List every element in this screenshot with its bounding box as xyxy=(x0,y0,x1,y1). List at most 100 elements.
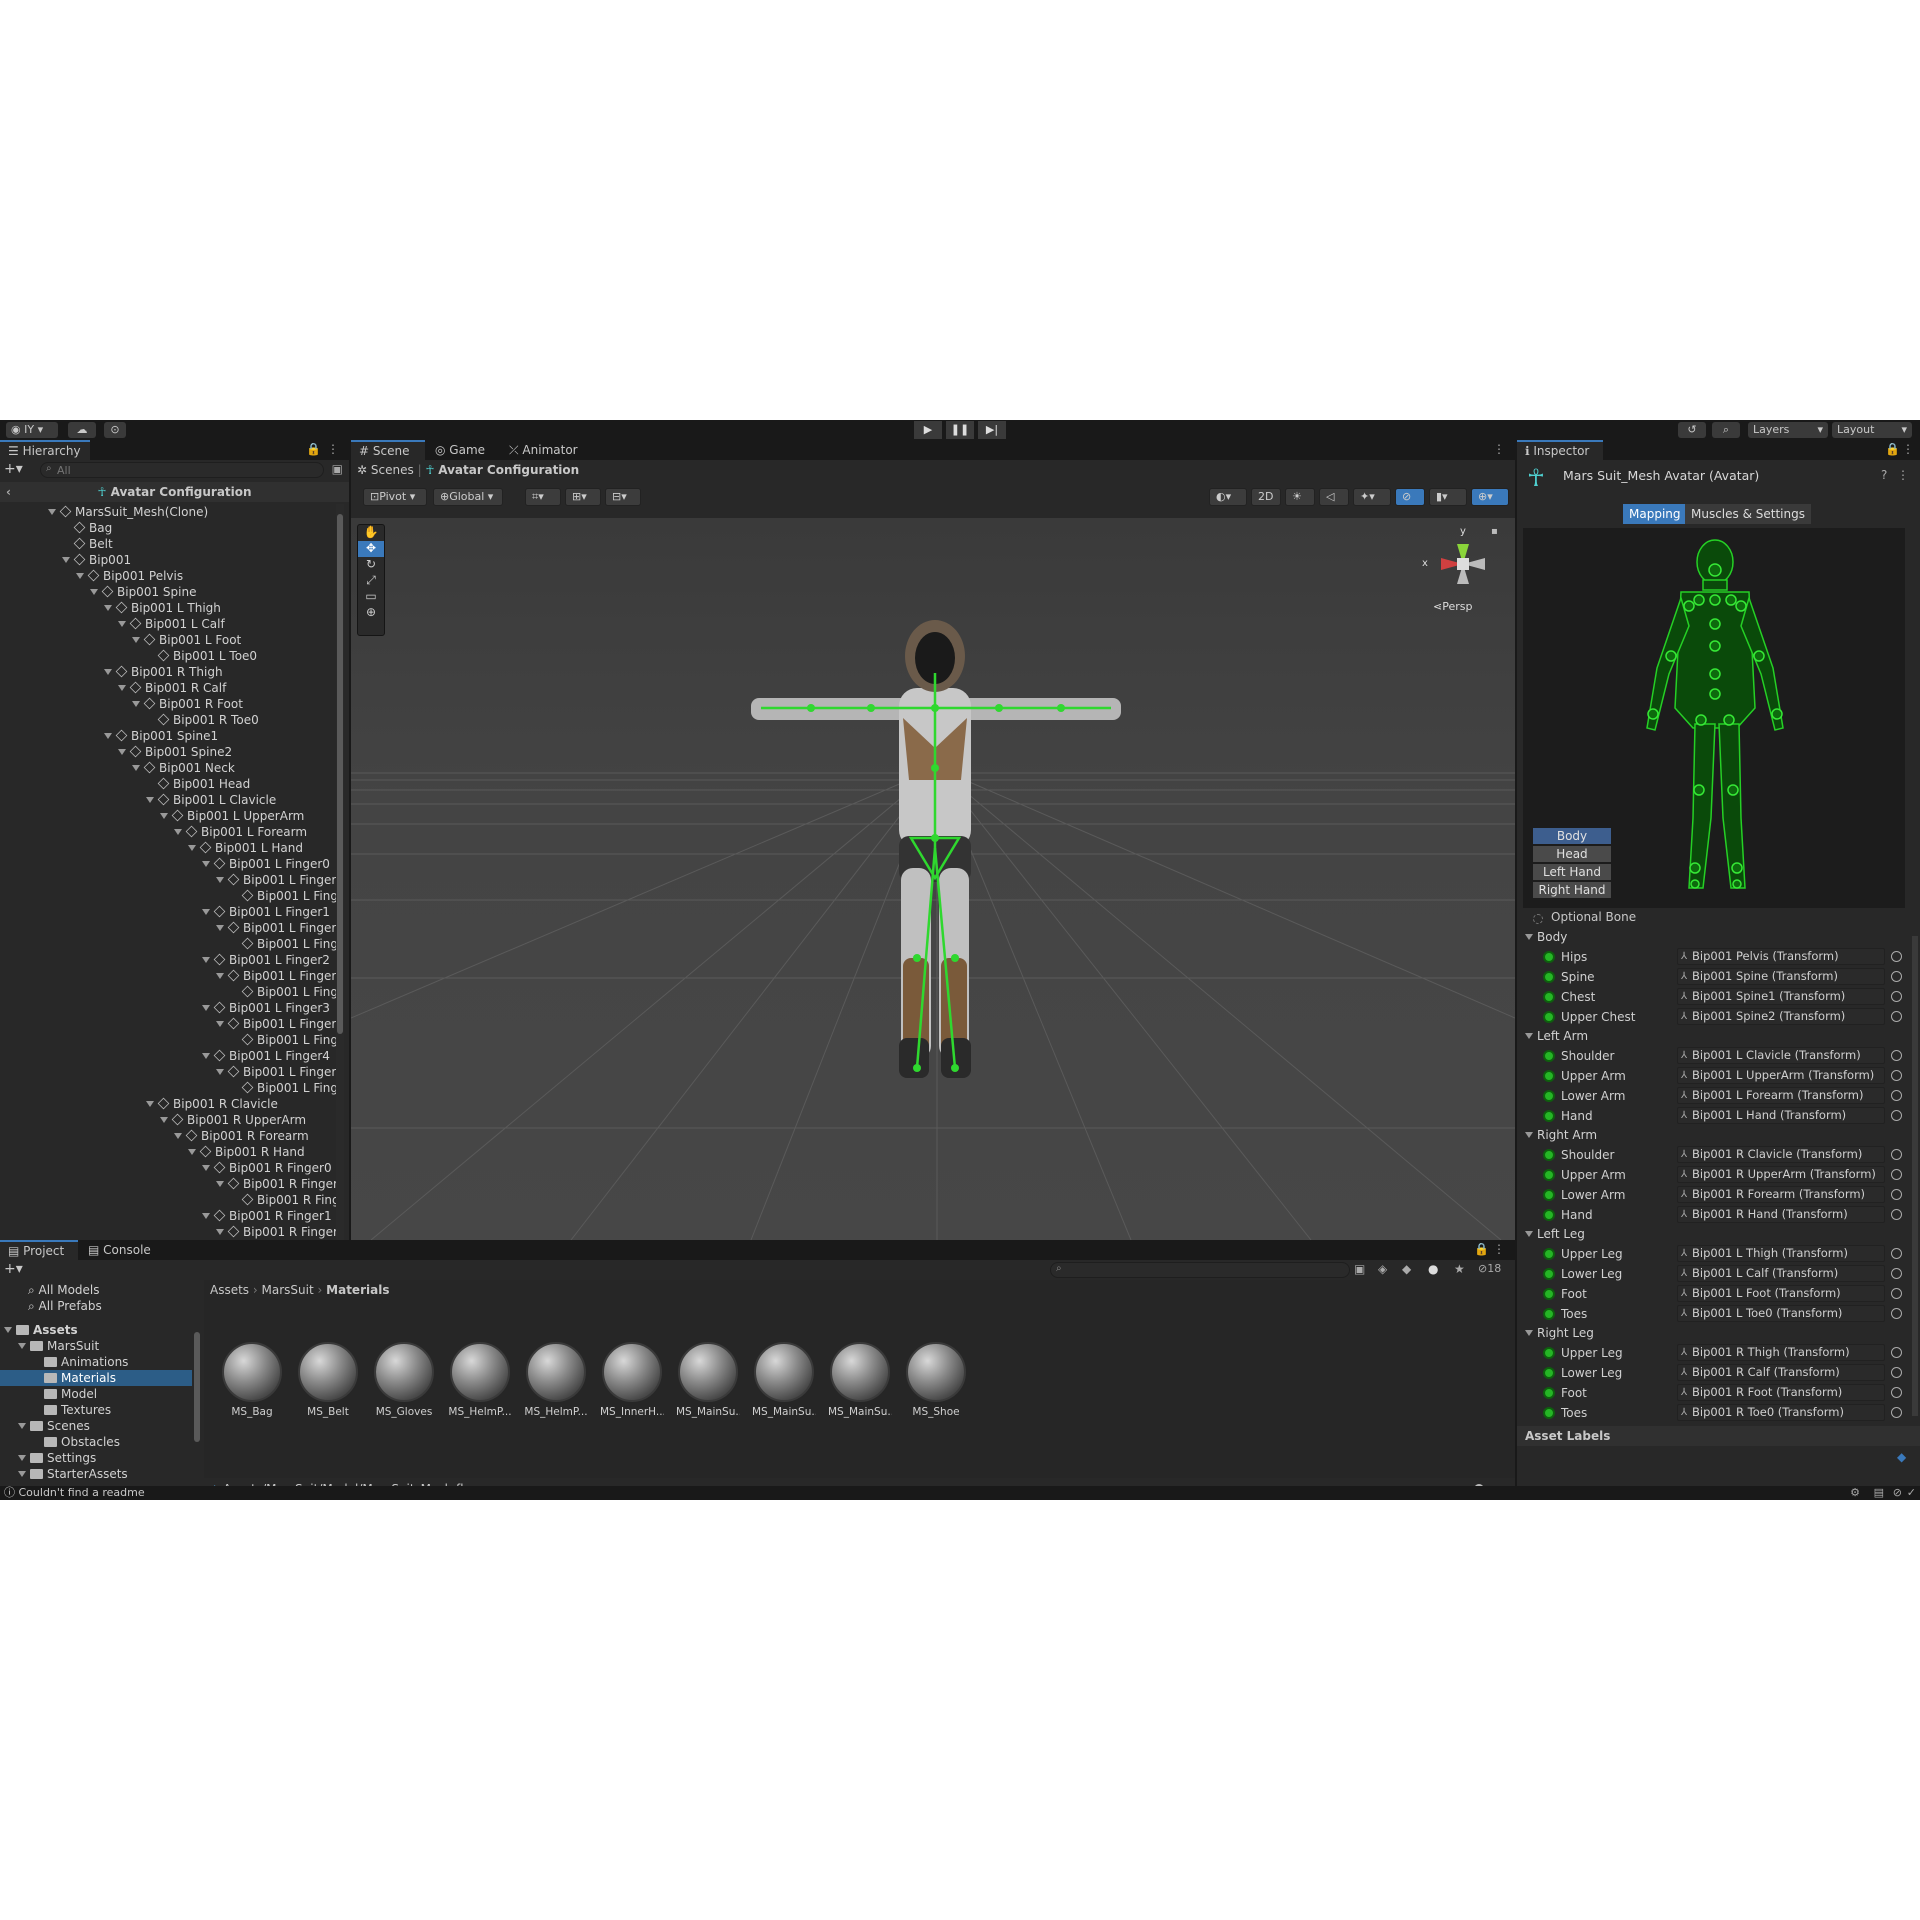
tab-scene[interactable]: # Scene xyxy=(351,440,425,460)
bone-transform-field[interactable]: Bip001 L Clavicle (Transform) xyxy=(1677,1047,1885,1064)
hierarchy-row[interactable]: Belt xyxy=(62,536,113,552)
expand-arrow-icon[interactable] xyxy=(62,557,70,563)
grid-snap-button[interactable]: ⌗▾ xyxy=(525,488,561,506)
expand-arrow-icon[interactable] xyxy=(132,637,140,643)
inspector-scrollbar[interactable] xyxy=(1912,936,1918,1416)
hierarchy-row[interactable]: Bip001 R Finger0 xyxy=(202,1160,332,1176)
material-asset[interactable]: MS_HelmP... xyxy=(448,1342,512,1418)
hierarchy-row[interactable]: Bip001 L Finger xyxy=(216,968,336,984)
favorite-all-models[interactable]: ⌕ All Models xyxy=(28,1282,100,1298)
layers-dropdown[interactable]: Layers ▾ xyxy=(1748,422,1828,438)
expand-arrow-icon[interactable] xyxy=(118,685,126,691)
body-part-button[interactable]: Body xyxy=(1533,828,1611,844)
hierarchy-row[interactable]: Bip001 R Finger1 xyxy=(202,1208,332,1224)
object-picker-icon[interactable] xyxy=(1891,1407,1902,1418)
expand-arrow-icon[interactable] xyxy=(118,621,126,627)
material-asset[interactable]: MS_MainSu... xyxy=(828,1342,892,1418)
bone-transform-field[interactable]: Bip001 Pelvis (Transform) xyxy=(1677,948,1885,965)
hierarchy-row[interactable]: Bip001 L Finger0 xyxy=(202,856,330,872)
toggle-2d-button[interactable]: 2D xyxy=(1251,488,1281,506)
scene-viewport[interactable]: ✋ ✥ ↻ ⤢ ▭ ⊕ y x ▪ ⋖Persp xyxy=(351,518,1515,1240)
expand-arrow-icon[interactable] xyxy=(202,1005,210,1011)
bone-transform-field[interactable]: Bip001 L Hand (Transform) xyxy=(1677,1107,1885,1124)
right-hand-part-button[interactable]: Right Hand xyxy=(1533,882,1611,898)
hierarchy-row[interactable]: Bip001 L Finger1 xyxy=(202,904,330,920)
folder-tree-item[interactable]: Animations xyxy=(0,1354,192,1370)
bone-group-foldout[interactable]: Body xyxy=(1525,928,1567,946)
hierarchy-row[interactable]: Bip001 R Foot xyxy=(132,696,243,712)
importlog-icon[interactable]: ● xyxy=(1428,1262,1438,1276)
expand-arrow-icon[interactable] xyxy=(216,1069,224,1075)
bone-group-foldout[interactable]: Left Leg xyxy=(1525,1225,1585,1243)
hierarchy-row[interactable]: Bip001 R Clavicle xyxy=(146,1096,278,1112)
move-tool-icon[interactable]: ✥ xyxy=(358,541,384,557)
folder-tree-item[interactable]: Model xyxy=(0,1386,192,1402)
hierarchy-row[interactable]: Bip001 L Foot xyxy=(132,632,241,648)
bone-transform-field[interactable]: Bip001 Spine1 (Transform) xyxy=(1677,988,1885,1005)
bone-group-foldout[interactable]: Left Arm xyxy=(1525,1027,1588,1045)
folder-tree-item[interactable]: Assets xyxy=(0,1322,192,1338)
object-picker-icon[interactable] xyxy=(1891,951,1902,962)
audio-toggle-icon[interactable]: ◁ xyxy=(1319,488,1349,506)
object-picker-icon[interactable] xyxy=(1891,971,1902,982)
object-picker-icon[interactable] xyxy=(1891,1209,1902,1220)
material-asset[interactable]: MS_HelmP... xyxy=(524,1342,588,1418)
folder-tree-item[interactable]: Scenes xyxy=(0,1418,192,1434)
bone-transform-field[interactable]: Bip001 Spine (Transform) xyxy=(1677,968,1885,985)
object-picker-icon[interactable] xyxy=(1891,1011,1902,1022)
expand-arrow-icon[interactable] xyxy=(4,1327,12,1333)
play-button[interactable]: ▶ xyxy=(914,421,942,439)
hierarchy-row[interactable]: Bip001 L Finger xyxy=(216,872,336,888)
account-dropdown[interactable]: ◉ IY ▾ xyxy=(6,422,58,438)
folder-tree-item[interactable]: Textures xyxy=(0,1402,192,1418)
hidden-objects-icon[interactable]: ⊘ xyxy=(1395,488,1425,506)
tree-scrollbar[interactable] xyxy=(194,1332,200,1442)
expand-arrow-icon[interactable] xyxy=(132,701,140,707)
hierarchy-row[interactable]: MarsSuit_Mesh(Clone) xyxy=(48,504,208,520)
object-picker-icon[interactable] xyxy=(1891,1367,1902,1378)
hierarchy-row[interactable]: Bip001 Pelvis xyxy=(76,568,183,584)
object-picker-icon[interactable] xyxy=(1891,1090,1902,1101)
expand-arrow-icon[interactable] xyxy=(118,749,126,755)
expand-arrow-icon[interactable] xyxy=(202,861,210,867)
folder-tree-item[interactable]: Settings xyxy=(0,1450,192,1466)
left-hand-part-button[interactable]: Left Hand xyxy=(1533,864,1611,880)
bone-transform-field[interactable]: Bip001 R Forearm (Transform) xyxy=(1677,1186,1885,1203)
cache-icon[interactable]: ▤ xyxy=(1874,1486,1884,1500)
bone-group-foldout[interactable]: Right Arm xyxy=(1525,1126,1597,1144)
effects-toggle-icon[interactable]: ✦▾ xyxy=(1353,488,1391,506)
bone-transform-field[interactable]: Bip001 L Calf (Transform) xyxy=(1677,1265,1885,1282)
hidden-packages-toggle[interactable]: ⊘18 xyxy=(1478,1262,1501,1275)
material-asset[interactable]: MS_MainSu... xyxy=(676,1342,740,1418)
hierarchy-row[interactable]: Bip001 L Fing xyxy=(230,936,336,952)
menu-icon[interactable]: ⋮ xyxy=(1902,442,1914,456)
gizmo-lock-icon[interactable]: ▪ xyxy=(1491,526,1498,537)
bone-transform-field[interactable]: Bip001 R Toe0 (Transform) xyxy=(1677,1404,1885,1421)
object-picker-icon[interactable] xyxy=(1891,1070,1902,1081)
label-filter-icon[interactable]: ◆ xyxy=(1402,1262,1411,1276)
folder-tree-item[interactable]: Materials xyxy=(0,1370,192,1386)
expand-arrow-icon[interactable] xyxy=(18,1423,26,1429)
object-picker-icon[interactable] xyxy=(1891,1268,1902,1279)
breadcrumb-avatar-configuration[interactable]: Avatar Configuration xyxy=(438,463,579,477)
hierarchy-row[interactable]: Bip001 R Hand xyxy=(188,1144,305,1160)
expand-arrow-icon[interactable] xyxy=(216,925,224,931)
menu-icon[interactable]: ⋮ xyxy=(1493,1242,1505,1256)
bone-group-foldout[interactable]: Right Leg xyxy=(1525,1324,1594,1342)
bone-transform-field[interactable]: Bip001 Spine2 (Transform) xyxy=(1677,1008,1885,1025)
tab-animator[interactable]: ⤫ Animator xyxy=(501,440,586,460)
expand-arrow-icon[interactable] xyxy=(202,909,210,915)
expand-arrow-icon[interactable] xyxy=(216,973,224,979)
hierarchy-row[interactable]: Bip001 xyxy=(62,552,131,568)
expand-arrow-icon[interactable] xyxy=(202,1213,210,1219)
asset-labels-header[interactable]: Asset Labels xyxy=(1517,1426,1920,1446)
collab-icon[interactable]: ⊙ xyxy=(104,422,126,438)
hierarchy-row[interactable]: Bip001 L Finger2 xyxy=(202,952,330,968)
layout-dropdown[interactable]: Layout ▾ xyxy=(1832,422,1912,438)
favorite-all-prefabs[interactable]: ⌕ All Prefabs xyxy=(28,1298,102,1314)
hierarchy-row[interactable]: Bip001 R Calf xyxy=(118,680,226,696)
expand-arrow-icon[interactable] xyxy=(104,605,112,611)
expand-arrow-icon[interactable] xyxy=(216,877,224,883)
hierarchy-row[interactable]: Bip001 R Forearm xyxy=(174,1128,309,1144)
bone-transform-field[interactable]: Bip001 R Thigh (Transform) xyxy=(1677,1344,1885,1361)
